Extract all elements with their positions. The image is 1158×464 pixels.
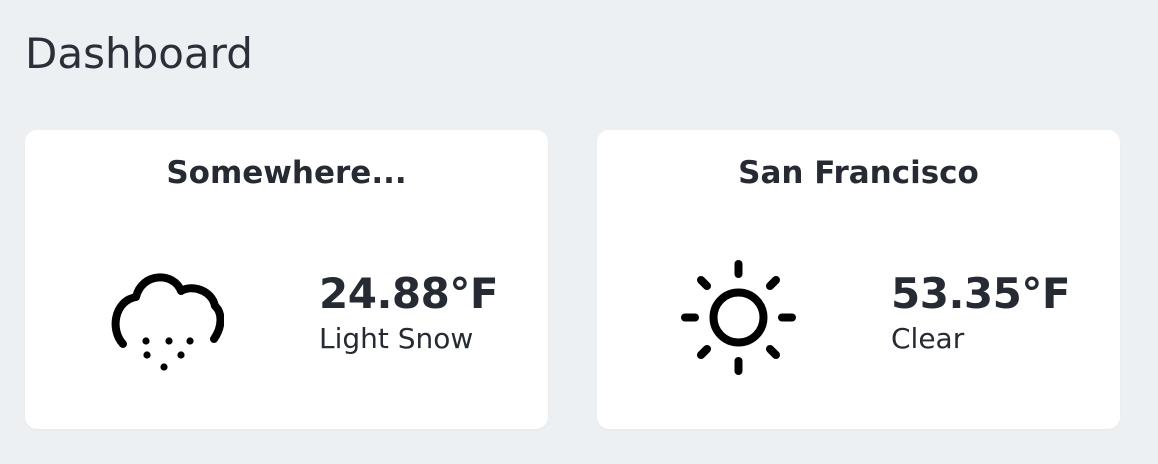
condition-label: Light Snow (319, 322, 474, 355)
location-title: Somewhere... (166, 155, 407, 191)
temperature-value: 24.88°F (319, 269, 499, 318)
weather-reading: 24.88°F Light Snow (319, 269, 499, 356)
condition-label: Clear (891, 322, 965, 355)
page-title: Dashboard (25, 29, 253, 78)
temperature-value: 53.35°F (891, 269, 1071, 318)
weather-reading: 53.35°F Clear (891, 269, 1071, 356)
location-title: San Francisco (738, 155, 979, 191)
weather-card-somewhere[interactable]: Somewhere... 24.88°F Light Snow (25, 130, 548, 429)
snow-cloud-icon (109, 260, 224, 375)
sun-icon (681, 260, 796, 375)
weather-card-san-francisco[interactable]: San Francisco 53.35°F Clear (597, 130, 1120, 429)
